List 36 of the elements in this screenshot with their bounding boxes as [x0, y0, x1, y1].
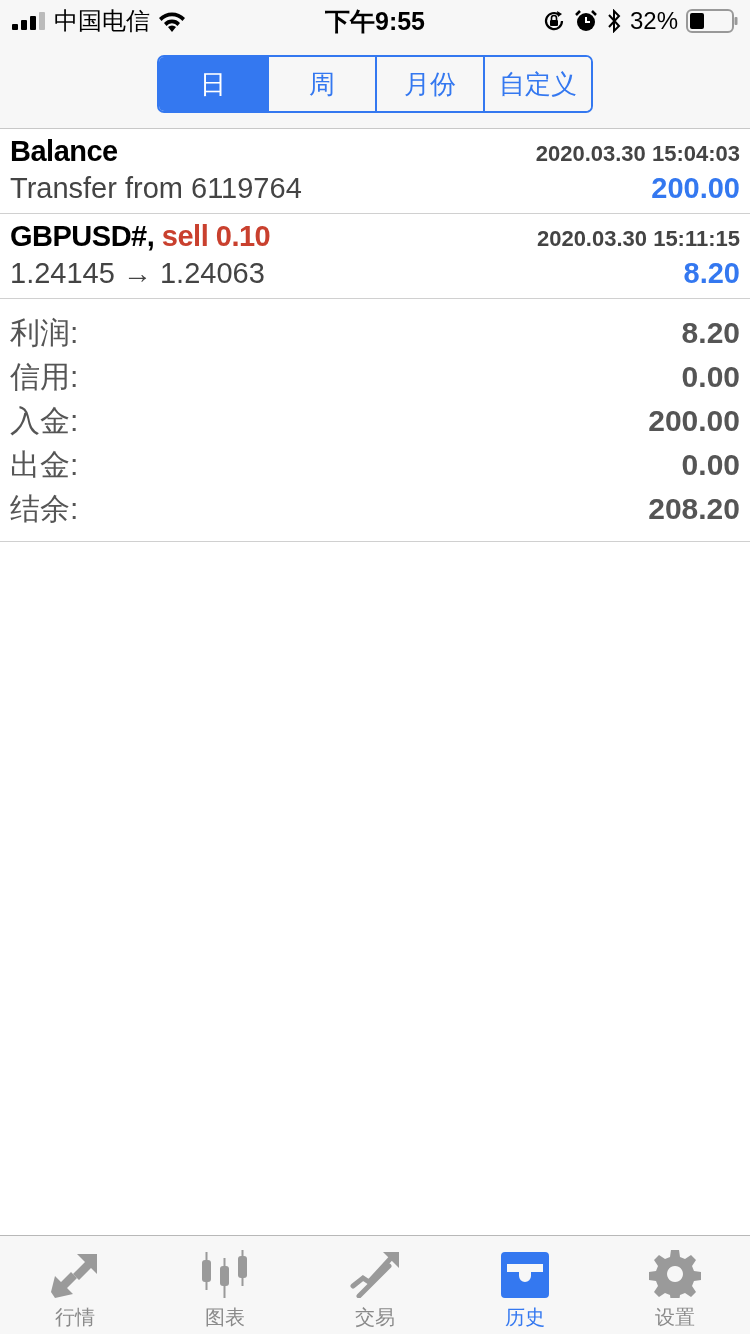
settings-icon: [649, 1250, 701, 1298]
inbox-tray-icon: [499, 1250, 551, 1298]
summary-value: 200.00: [648, 404, 740, 438]
carrier-name: 中国电信: [54, 6, 150, 36]
period-tab[interactable]: 自定义: [483, 57, 591, 111]
summary-label: 入金:: [10, 402, 79, 439]
tab-bar-item[interactable]: 历史: [450, 1236, 600, 1334]
bluetooth-icon: [605, 9, 622, 33]
deal-title: GBPUSD#, sell 0.10: [10, 220, 271, 253]
tab-bar-item[interactable]: 交易: [300, 1236, 450, 1334]
period-tab[interactable]: 日: [159, 57, 267, 111]
deal-time: 2020.03.30 15:11:15: [536, 226, 740, 252]
wifi-icon: [158, 10, 186, 32]
tab-bar-item[interactable]: 图表: [150, 1236, 300, 1334]
summary-label: 出金:: [10, 446, 79, 483]
summary-value: 0.00: [681, 448, 740, 482]
deal-time: 2020.03.30 15:04:03: [535, 141, 740, 167]
deal-profit: 200.00: [651, 172, 740, 205]
signal-icon: [12, 12, 46, 30]
status-time: 下午9:55: [325, 5, 426, 37]
deal-detail: 1.24145 → 1.24063: [10, 257, 265, 290]
tab-bar-item[interactable]: 行情: [0, 1236, 150, 1334]
deal-profit: 8.20: [683, 257, 740, 290]
summary-label: 结余:: [10, 490, 79, 527]
battery-percent: 32%: [629, 7, 678, 35]
summary-label: 信用:: [10, 358, 79, 395]
summary-value: 0.00: [681, 360, 740, 394]
trend-arrow-icon: [349, 1250, 401, 1298]
deal-detail: Transfer from 6119764: [10, 172, 302, 205]
summary-label: 利润:: [10, 314, 79, 351]
summary-value: 208.20: [648, 492, 740, 526]
deal-title: Balance: [10, 135, 118, 168]
summary-value: 8.20: [681, 316, 740, 350]
alarm-clock-icon: [573, 9, 598, 33]
battery-icon: [686, 9, 738, 33]
tab-bar-item[interactable]: 设置: [600, 1236, 750, 1334]
